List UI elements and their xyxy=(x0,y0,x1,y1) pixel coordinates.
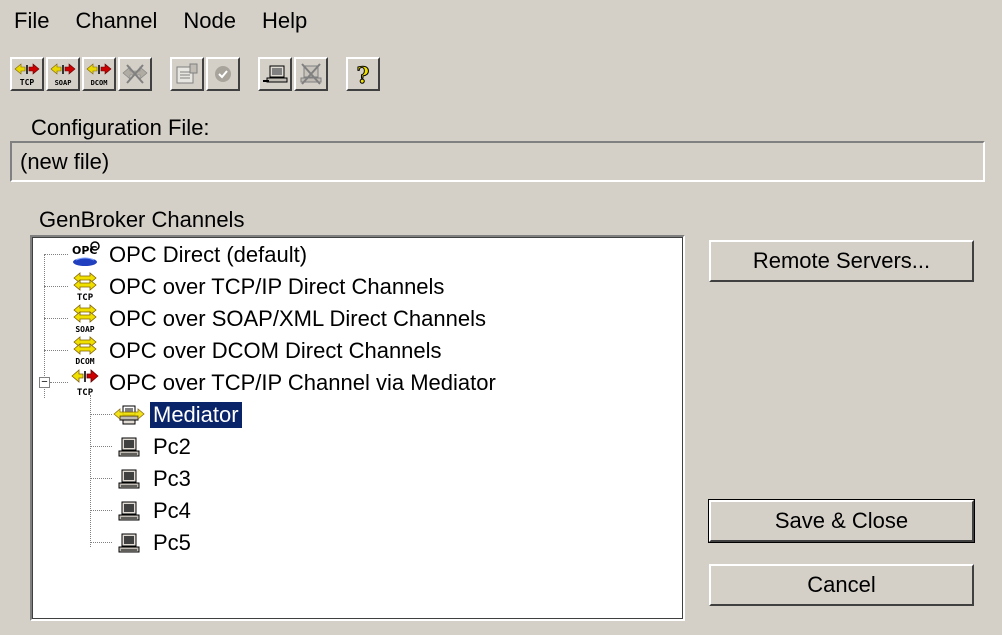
menu-file[interactable]: File xyxy=(0,8,62,34)
tcp-channel-icon: TCP xyxy=(14,63,40,87)
tree-item-label: Pc4 xyxy=(153,498,191,523)
tree-line xyxy=(90,446,112,447)
tree-item-pc4[interactable]: Pc4 xyxy=(112,495,194,527)
svg-text:?: ? xyxy=(357,63,370,87)
tree-line xyxy=(44,350,68,351)
tree-line xyxy=(90,510,112,511)
add-tcp-channel-button[interactable]: TCP xyxy=(10,57,44,91)
computer-icon xyxy=(112,527,146,559)
delete-node-button[interactable] xyxy=(294,57,328,91)
tree-item-pc2[interactable]: Pc2 xyxy=(112,431,194,463)
tree-line xyxy=(90,395,91,547)
svg-text:TCP: TCP xyxy=(77,388,94,398)
computer-icon xyxy=(112,431,146,463)
soap-channel-icon: SOAP xyxy=(50,63,76,87)
delete-channel-button[interactable] xyxy=(118,57,152,91)
properties-icon xyxy=(176,63,198,84)
add-node-button[interactable] xyxy=(258,57,292,91)
cancel-button[interactable]: Cancel xyxy=(709,564,974,606)
opc-icon: OPC xyxy=(68,239,102,271)
tree-item-mediator[interactable]: Mediator xyxy=(112,399,243,431)
tcp-arrows-icon: TCP xyxy=(68,271,102,303)
config-file-field: (new file) xyxy=(10,141,985,182)
add-dcom-channel-button[interactable]: DCOM xyxy=(82,57,116,91)
menu-bar: File Channel Node Help xyxy=(0,0,1002,42)
tree-item-soap-direct[interactable]: SOAP OPC over SOAP/XML Direct Channels xyxy=(68,303,489,335)
save-close-button[interactable]: Save & Close xyxy=(708,499,975,543)
delete-channel-icon xyxy=(122,64,148,84)
tcp-mediator-icon: TCP xyxy=(68,367,102,399)
svg-text:TCP: TCP xyxy=(20,78,35,87)
tree-line xyxy=(44,318,68,319)
tree-line xyxy=(44,286,68,287)
svg-text:SOAP: SOAP xyxy=(75,325,94,334)
delete-node-icon xyxy=(300,63,322,85)
svg-text:SOAP: SOAP xyxy=(55,79,72,87)
tree-line xyxy=(90,414,112,415)
channels-label: GenBroker Channels xyxy=(39,207,245,232)
tree-item-dcom-direct[interactable]: DCOM OPC over DCOM Direct Channels xyxy=(68,335,445,367)
add-soap-channel-button[interactable]: SOAP xyxy=(46,57,80,91)
soap-arrows-icon: SOAP xyxy=(68,303,102,335)
tree-item-tcp-direct[interactable]: TCP OPC over TCP/IP Direct Channels xyxy=(68,271,447,303)
dcom-channel-icon: DCOM xyxy=(86,63,112,87)
menu-node[interactable]: Node xyxy=(170,8,249,34)
svg-text:DCOM: DCOM xyxy=(75,357,94,366)
tree-line xyxy=(90,542,112,543)
channels-tree[interactable]: − OPC OPC Direct (default) TCP OPC over … xyxy=(30,235,685,621)
tree-item-pc3[interactable]: Pc3 xyxy=(112,463,194,495)
tree-item-opc-direct[interactable]: OPC OPC Direct (default) xyxy=(68,239,310,271)
menu-channel[interactable]: Channel xyxy=(62,8,170,34)
svg-text:DCOM: DCOM xyxy=(91,79,108,87)
collapse-expander[interactable]: − xyxy=(39,377,50,388)
tree-item-tcp-mediator[interactable]: TCP OPC over TCP/IP Channel via Mediator xyxy=(68,367,499,399)
tree-item-label: Pc5 xyxy=(153,530,191,555)
tree-item-label: Pc2 xyxy=(153,434,191,459)
tree-item-label: OPC Direct (default) xyxy=(109,242,308,267)
tree-line xyxy=(50,382,68,383)
svg-text:TCP: TCP xyxy=(77,293,94,302)
tree-item-label: OPC over DCOM Direct Channels xyxy=(109,338,442,363)
add-node-icon xyxy=(263,65,288,83)
tree-line xyxy=(44,254,68,255)
tree-line xyxy=(90,478,112,479)
config-file-label: Configuration File: xyxy=(31,115,210,140)
tree-item-label: Mediator xyxy=(149,401,243,429)
dcom-arrows-icon: DCOM xyxy=(68,335,102,367)
check-button[interactable] xyxy=(206,57,240,91)
tree-item-pc5[interactable]: Pc5 xyxy=(112,527,194,559)
tree-item-label: OPC over TCP/IP Channel via Mediator xyxy=(109,370,496,395)
computer-icon xyxy=(112,495,146,527)
menu-help[interactable]: Help xyxy=(249,8,320,34)
mediator-icon xyxy=(112,399,146,431)
remote-servers-button[interactable]: Remote Servers... xyxy=(709,240,974,282)
check-icon xyxy=(215,66,231,82)
toolbar: TCP SOAP DCOM ? xyxy=(10,47,382,101)
computer-icon xyxy=(112,463,146,495)
help-button[interactable]: ? xyxy=(346,57,380,91)
tree-item-label: Pc3 xyxy=(153,466,191,491)
tree-item-label: OPC over SOAP/XML Direct Channels xyxy=(109,306,486,331)
help-icon: ? xyxy=(356,63,370,88)
tree-item-label: OPC over TCP/IP Direct Channels xyxy=(109,274,445,299)
properties-button[interactable] xyxy=(170,57,204,91)
